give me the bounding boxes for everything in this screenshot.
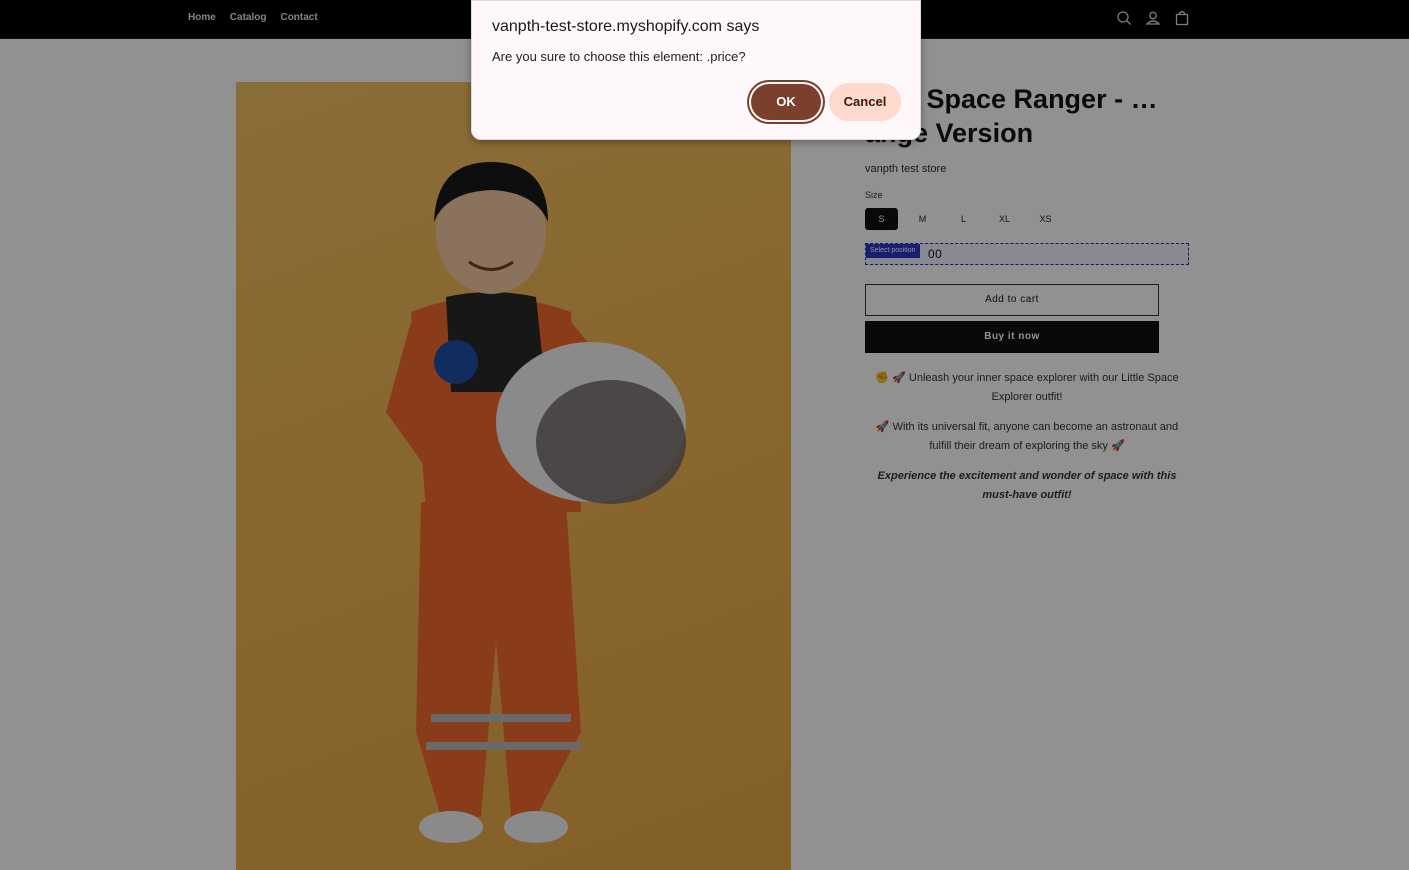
dialog-title: vanpth-test-store.myshopify.com says: [492, 18, 760, 35]
cancel-button[interactable]: Cancel: [829, 83, 901, 121]
ok-button[interactable]: OK: [751, 84, 821, 120]
confirm-dialog: vanpth-test-store.myshopify.com says Are…: [471, 0, 921, 140]
dialog-message: Are you sure to choose this element: .pr…: [492, 49, 746, 64]
